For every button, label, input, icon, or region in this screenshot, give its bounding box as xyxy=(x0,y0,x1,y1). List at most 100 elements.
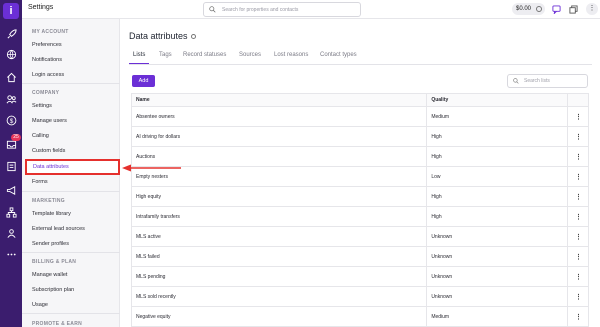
cell-name: MLS sold recently xyxy=(130,286,428,307)
cell-name: Intrafamily transfers xyxy=(130,206,428,227)
tab-record-statuses[interactable]: Record statuses xyxy=(183,52,226,58)
cell-quality: Unknown xyxy=(426,266,569,287)
sidebar-item-external-lead-sources[interactable]: External lead sources xyxy=(32,226,85,232)
left-rail: i $ 25 xyxy=(0,0,22,327)
row-actions-icon[interactable]: ⋮ xyxy=(567,106,589,127)
contacts-icon[interactable] xyxy=(4,93,18,105)
section-billing-plan: BILLING & PLAN xyxy=(32,259,77,265)
sidebar-item-sender-profiles[interactable]: Sender profiles xyxy=(32,241,69,247)
info-icon[interactable] xyxy=(190,34,196,40)
column-header-quality[interactable]: Quality xyxy=(426,93,569,107)
list-icon[interactable] xyxy=(4,160,18,172)
tab-lost-reasons[interactable]: Lost reasons xyxy=(274,52,308,58)
tab-lists[interactable]: Lists xyxy=(133,52,145,58)
main-content: Data attributes Lists Tags Record status… xyxy=(120,19,600,327)
cell-name: MLS failed xyxy=(130,246,428,267)
inbox-badge: 25 xyxy=(11,134,21,141)
list-search-input[interactable]: Search lists xyxy=(507,74,588,88)
globe-icon[interactable] xyxy=(4,48,18,60)
global-search-placeholder: Search for properties and contacts xyxy=(222,6,299,13)
annotation-arrow xyxy=(122,164,181,172)
column-header-actions xyxy=(567,93,589,107)
sidebar-item-label: Data attributes xyxy=(33,164,69,170)
row-actions-icon[interactable]: ⋮ xyxy=(567,186,589,207)
table-row[interactable]: MLS pending Unknown ⋮ xyxy=(130,266,589,287)
cell-quality: Medium xyxy=(426,306,569,327)
megaphone-icon[interactable] xyxy=(4,184,18,196)
cell-name: AI driving for dollars xyxy=(130,126,428,147)
windows-icon[interactable] xyxy=(568,4,579,15)
cell-quality: Medium xyxy=(426,106,569,127)
row-actions-icon[interactable]: ⋮ xyxy=(567,146,589,167)
sidebar-item-data-attributes[interactable]: Data attributes xyxy=(25,159,120,175)
org-chart-icon[interactable] xyxy=(4,206,18,218)
table-row[interactable]: MLS sold recently Unknown ⋮ xyxy=(130,286,589,307)
row-actions-icon[interactable]: ⋮ xyxy=(567,226,589,247)
tabs-divider xyxy=(129,64,592,65)
divider xyxy=(22,83,120,84)
section-my-account: MY ACCOUNT xyxy=(32,29,69,35)
page-header-title: Settings xyxy=(28,4,54,11)
table-row[interactable]: Auctions High ⋮ xyxy=(130,146,589,167)
add-button[interactable]: Add xyxy=(132,75,155,87)
row-actions-icon[interactable]: ⋮ xyxy=(567,306,589,327)
tab-tags[interactable]: Tags xyxy=(159,52,172,58)
sidebar-item-settings[interactable]: Settings xyxy=(32,103,52,109)
global-search-input[interactable]: Search for properties and contacts xyxy=(203,2,361,17)
sidebar-item-calling[interactable]: Calling xyxy=(32,133,49,139)
tab-sources[interactable]: Sources xyxy=(239,52,261,58)
sidebar-item-manage-wallet[interactable]: Manage wallet xyxy=(32,272,67,278)
row-actions-icon[interactable]: ⋮ xyxy=(567,286,589,307)
svg-text:$: $ xyxy=(9,117,13,124)
table-row[interactable]: High equity High ⋮ xyxy=(130,186,589,207)
table-row[interactable]: AI driving for dollars High ⋮ xyxy=(130,126,589,147)
sidebar-item-custom-fields[interactable]: Custom fields xyxy=(32,148,65,154)
sidebar-item-forms[interactable]: Forms xyxy=(32,179,48,185)
people-icon[interactable] xyxy=(4,227,18,239)
page-title-text: Data attributes xyxy=(129,31,188,41)
column-header-name[interactable]: Name xyxy=(130,93,428,107)
table-row[interactable]: Absentee owners Medium ⋮ xyxy=(130,106,589,127)
sidebar-item-subscription-plan[interactable]: Subscription plan xyxy=(32,287,74,293)
cell-name: Absentee owners xyxy=(130,106,428,127)
list-search-placeholder: Search lists xyxy=(524,78,550,84)
cell-quality: High xyxy=(426,126,569,147)
chat-icon[interactable] xyxy=(551,4,562,15)
rocket-icon[interactable] xyxy=(4,28,18,40)
search-icon xyxy=(209,6,216,13)
more-options-button[interactable]: ⋮ xyxy=(586,3,598,15)
row-actions-icon[interactable]: ⋮ xyxy=(567,126,589,147)
table-row[interactable]: MLS failed Unknown ⋮ xyxy=(130,246,589,267)
home-icon[interactable] xyxy=(4,71,18,83)
tab-contact-types[interactable]: Contact types xyxy=(320,52,357,58)
sidebar-item-template-library[interactable]: Template library xyxy=(32,211,71,217)
top-bar: Settings Search for properties and conta… xyxy=(22,0,600,19)
app-root: i $ 25 Settings Search for properties an… xyxy=(0,0,600,327)
section-marketing: MARKETING xyxy=(32,198,65,204)
table-row[interactable]: Negative equity Medium ⋮ xyxy=(130,306,589,327)
table-row[interactable]: MLS active Unknown ⋮ xyxy=(130,226,589,247)
wallet-balance[interactable]: $0.00 xyxy=(512,3,545,15)
cell-name: MLS active xyxy=(130,226,428,247)
row-actions-icon[interactable]: ⋮ xyxy=(567,166,589,187)
wallet-amount: $0.00 xyxy=(516,6,532,12)
divider xyxy=(22,313,120,314)
divider xyxy=(22,252,120,253)
cell-name: Negative equity xyxy=(130,306,428,327)
sidebar-item-preferences[interactable]: Preferences xyxy=(32,42,62,48)
app-logo[interactable]: i xyxy=(3,3,19,19)
sidebar-item-login-access[interactable]: Login access xyxy=(32,72,64,78)
cell-quality: Low xyxy=(426,166,569,187)
table-row[interactable]: Intrafamily transfers High ⋮ xyxy=(130,206,589,227)
table-row[interactable]: Empty nesters Low ⋮ xyxy=(130,166,589,187)
row-actions-icon[interactable]: ⋮ xyxy=(567,266,589,287)
row-actions-icon[interactable]: ⋮ xyxy=(567,206,589,227)
lists-table: Name Quality Absentee owners Medium ⋮ AI dr… xyxy=(130,93,589,327)
dots-icon[interactable] xyxy=(4,248,18,260)
cell-quality: Unknown xyxy=(426,226,569,247)
sidebar-item-manage-users[interactable]: Manage users xyxy=(32,118,67,124)
dollar-icon[interactable]: $ xyxy=(4,114,18,126)
row-actions-icon[interactable]: ⋮ xyxy=(567,246,589,267)
sidebar-item-usage[interactable]: Usage xyxy=(32,302,48,308)
sidebar-item-notifications[interactable]: Notifications xyxy=(32,57,62,63)
